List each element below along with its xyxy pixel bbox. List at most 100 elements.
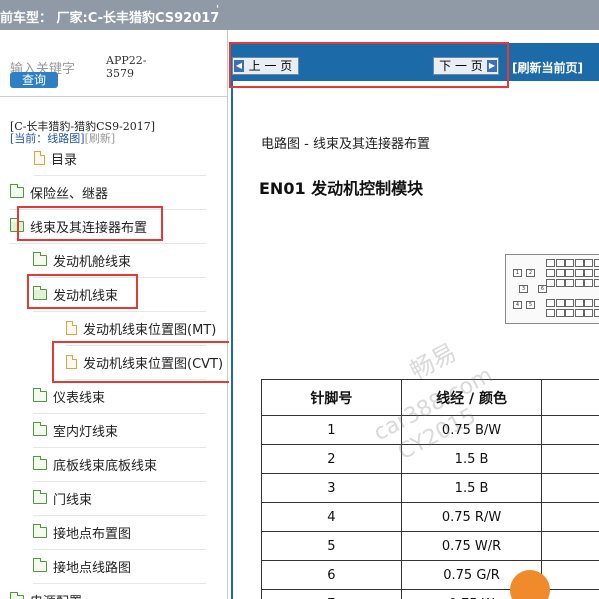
cell-extra [541,531,599,561]
folder-icon [33,523,47,538]
tree-item-power-config[interactable]: 电源配置 [10,585,82,599]
row-divider [33,583,206,584]
folder-icon [10,591,24,599]
connector-pin-cell [546,279,555,287]
connector-pin-cell [546,309,555,317]
table-row: 2 1.5 B [261,444,599,474]
tree-item-label: 门线束 [53,492,93,508]
cell-extra [541,473,599,503]
row-divider [34,175,206,176]
folder-icon [10,183,24,198]
tree-item-ground-layout[interactable]: 接地点布置图 [33,517,131,547]
highlight-box [229,42,509,88]
refresh-page-link[interactable]: [刷新当前页] [512,59,583,76]
table-row: 3 1.5 B [261,473,599,503]
connector-pin-cell [565,309,574,317]
folder-icon [33,421,47,436]
row-divider [33,549,206,550]
row-divider [33,447,206,448]
tree-item-label: 目录 [51,152,78,168]
connector-pin-cell [555,279,565,287]
connector-pin-cell [565,269,574,277]
connector-pin-cell [565,279,574,287]
cell-extra [541,589,599,599]
connector-pin-cell [593,309,599,317]
cell-extra [541,560,599,590]
tree-item-engine-harness-mt[interactable]: 发动机线束位置图(MT) [66,313,216,343]
connector-pin-cell [593,279,599,287]
connector-pin-cell [593,299,599,307]
column-header: 针脚号 [261,379,402,416]
connector-pin-cell [584,299,593,307]
connector-pin-cell [584,259,593,267]
connector-pin-cell [574,279,584,287]
tree-item-engine-bay-harness[interactable]: 发动机舱线束 [33,245,131,275]
folder-icon [33,251,47,266]
connector-pin: 1 [513,269,522,277]
connector-pin-cell [546,269,555,277]
tree-item-instrument-harness[interactable]: 仪表线束 [33,381,105,411]
tree-item-label: 发动机线束位置图(MT) [83,322,217,338]
document-icon [34,151,45,165]
highlight-box [52,341,233,383]
connector-pin-cell [593,259,599,267]
pin-number: 1 [261,415,402,445]
connector-pin-cell [555,309,565,317]
wire-spec: 0.75 B/W [400,415,543,445]
connector-pin-cell [555,259,565,267]
table-row: 5 0.75 W/R [261,531,599,561]
window-title: 前车型： 厂家:C-长丰猎豹CS92017 [0,11,220,26]
tree-item-interior-light-harness[interactable]: 室内灯线束 [33,415,118,445]
document-icon [66,321,77,335]
tree-item-fuses[interactable]: 保险丝、继器 [10,177,108,207]
window-title-bar: 前车型： 厂家:C-长丰猎豹CS92017 ' [0,0,599,30]
pin-number: 2 [261,444,402,474]
connector-pin: 5 [526,301,535,309]
left-panel: 输入关键字 查询 APP22-3579 [C-长丰猎豹-猎豹CS9-2017] … [0,30,233,599]
app-code: APP22-3579 [106,54,147,80]
tree-item-ground-wiring[interactable]: 接地点线路图 [33,551,131,581]
connector-pin-cell [555,269,565,277]
query-button[interactable]: 查询 [10,72,58,88]
row-divider [33,481,206,482]
pin-number: 4 [261,502,402,532]
column-header-extra [541,379,599,416]
row-divider [33,311,206,312]
connector-pin-cell [593,269,599,277]
column-header: 线经 / 颜色 [400,379,543,416]
tree-item-label: 保险丝、继器 [30,186,109,202]
connector-pin: 3 [519,285,528,293]
folder-icon [33,387,47,402]
tree-item-label: 仪表线束 [53,390,106,406]
highlight-box [17,206,163,241]
tree-item-label: 发动机舱线束 [53,254,132,270]
cell-extra [541,444,599,474]
row-divider [33,515,206,516]
refresh-link[interactable]: [刷新] [85,132,116,145]
wire-spec: 1.5 B [400,444,543,474]
title-mark: ' [216,4,220,15]
pin-number: 7 [261,589,402,599]
tree-item-floor-harness[interactable]: 底板线束底板线束 [33,449,157,479]
folder-icon [33,455,47,470]
tree-item-door-harness[interactable]: 门线束 [33,483,92,513]
pin-table: 针脚号 线经 / 颜色 1 0.75 B/W 2 1.5 B 3 1.5 B 4 0.7… [261,379,599,599]
tree-item-label: 室内灯线束 [53,424,119,440]
wire-spec: 0.75 W/R [400,531,543,561]
content-panel: ◀ 上 一 页 下 一 页 ▶ [刷新当前页] 电路图 - 线束及其连接器布置 … [229,30,599,599]
wire-spec: 1.5 B [400,473,543,503]
pin-number: 5 [261,531,402,561]
connector-pin-cell [584,279,593,287]
connector-pin: 2 [526,269,535,277]
pin-number: 3 [261,473,402,503]
table-row: 4 0.75 R/W [261,502,599,532]
row-divider [33,413,206,414]
connector-pin-cell [574,269,584,277]
tree-item-catalog[interactable]: 目录 [34,143,77,173]
connector-pin-cell [546,259,555,267]
connector-pin-cell [584,269,593,277]
row-divider [10,243,206,244]
folder-icon [33,489,47,504]
table-row: 1 0.75 B/W [261,415,599,445]
document-heading: 电路图 - 线束及其连接器布置 [261,137,430,152]
